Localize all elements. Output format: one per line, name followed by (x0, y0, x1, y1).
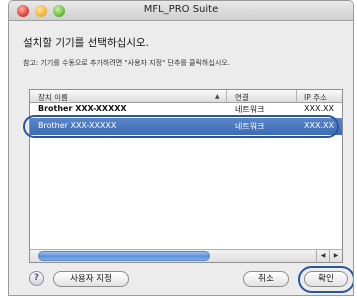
horizontal-scrollbar[interactable]: ◀ ▶ (30, 249, 342, 262)
cancel-button[interactable]: 취소 (243, 271, 289, 287)
custom-button[interactable]: 사용자 지정 (53, 271, 129, 287)
table-header: 장치 이름 ▲ 연결 IP 주소 (30, 90, 342, 103)
help-button[interactable]: ? (29, 271, 44, 286)
scroll-left-icon[interactable]: ◀ (316, 250, 329, 262)
column-header-ip[interactable]: IP 주소 (304, 92, 327, 103)
title-bar: MFL_PRO Suite (9, 1, 353, 21)
dialog-heading: 설치할 기기를 선택하십시오. (23, 37, 149, 49)
sort-up-icon: ▲ (215, 93, 220, 100)
window-title: MFL_PRO Suite (143, 4, 219, 15)
dialog-window: MFL_PRO Suite 설치할 기기를 선택하십시오. 참고: 기기를 수동… (8, 0, 354, 296)
cell-device-name: Brother XXX-XXXXX (38, 104, 127, 113)
cell-connection: 네트워크 (235, 105, 265, 113)
column-header-connection[interactable]: 연결 (235, 92, 249, 103)
scroll-right-icon[interactable]: ▶ (329, 250, 342, 262)
ok-highlight-ring (298, 266, 353, 293)
column-header-name[interactable]: 장치 이름 (38, 92, 68, 103)
selection-highlight-ring (23, 115, 339, 138)
table-row[interactable]: Brother XXX-XXXXX 네트워크 XXX.XX (30, 103, 342, 113)
dialog-note: 참고: 기기를 수동으로 추가하려면 "사용자 지정" 단추를 클릭하십시오. (23, 59, 230, 67)
cell-ip: XXX.XX (304, 104, 334, 113)
scroll-thumb[interactable] (38, 251, 210, 261)
